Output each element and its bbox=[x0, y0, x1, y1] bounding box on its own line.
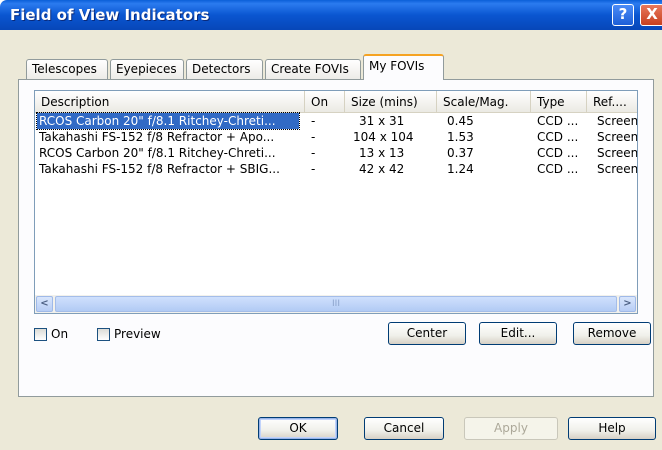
row-type: CCD ... bbox=[537, 162, 579, 176]
row-description: RCOS Carbon 20" f/8.1 Ritchey-Chreti... bbox=[36, 112, 300, 130]
row-on: - bbox=[311, 114, 316, 128]
row-type: CCD ... bbox=[537, 146, 579, 160]
preview-checkbox[interactable]: Preview bbox=[97, 326, 161, 342]
row-on: - bbox=[311, 146, 316, 160]
tab-my-fovis[interactable]: My FOVIs bbox=[363, 54, 444, 80]
fovi-list[interactable]: Description On Size (mins) Scale/Mag. Ty… bbox=[34, 90, 638, 314]
list-row[interactable]: RCOS Carbon 20" f/8.1 Ritchey-Chreti... … bbox=[35, 112, 637, 130]
list-row[interactable]: Takahashi FS-152 f/8 Refractor + Apo... … bbox=[35, 129, 637, 145]
preview-checkbox-box[interactable] bbox=[97, 327, 110, 341]
row-size: 104 x 104 bbox=[353, 130, 414, 144]
apply-button[interactable]: Apply bbox=[464, 417, 558, 440]
on-checkbox-box[interactable] bbox=[34, 327, 47, 341]
on-checkbox[interactable]: On bbox=[34, 326, 68, 342]
close-icon[interactable]: X bbox=[640, 4, 662, 26]
column-header-size[interactable]: Size (mins) bbox=[345, 91, 437, 113]
edit-button[interactable]: Edit... bbox=[479, 322, 557, 345]
horizontal-scrollbar[interactable]: < III > bbox=[35, 295, 637, 313]
remove-button[interactable]: Remove bbox=[573, 322, 651, 345]
tab-eyepieces[interactable]: Eyepieces bbox=[110, 59, 184, 80]
row-description: RCOS Carbon 20" f/8.1 Ritchey-Chreti... bbox=[39, 146, 276, 160]
row-scale: 1.24 bbox=[447, 162, 474, 176]
row-ref: Screen bbox=[597, 114, 637, 128]
row-description: Takahashi FS-152 f/8 Refractor + SBIG... bbox=[39, 162, 280, 176]
row-size: 31 x 31 bbox=[359, 114, 405, 128]
tab-telescopes[interactable]: Telescopes bbox=[26, 59, 108, 80]
row-on: - bbox=[311, 130, 316, 144]
row-ref: Screen bbox=[597, 130, 637, 144]
row-size: 13 x 13 bbox=[359, 146, 405, 160]
row-description: Takahashi FS-152 f/8 Refractor + Apo... bbox=[39, 130, 275, 144]
column-header-ref[interactable]: Ref.... bbox=[587, 91, 637, 113]
row-type: CCD ... bbox=[537, 114, 579, 128]
row-scale: 1.53 bbox=[447, 130, 474, 144]
window-title: Field of View Indicators bbox=[10, 6, 210, 24]
column-header-scale[interactable]: Scale/Mag. bbox=[437, 91, 531, 113]
preview-checkbox-label: Preview bbox=[114, 327, 161, 341]
tab-create-fovis[interactable]: Create FOVIs bbox=[265, 59, 361, 80]
column-header-description[interactable]: Description bbox=[35, 91, 305, 113]
list-header: Description On Size (mins) Scale/Mag. Ty… bbox=[35, 91, 637, 113]
column-header-type[interactable]: Type bbox=[531, 91, 587, 113]
tab-panel-my-fovis: Description On Size (mins) Scale/Mag. Ty… bbox=[18, 79, 654, 397]
row-size: 42 x 42 bbox=[359, 162, 405, 176]
row-on: - bbox=[311, 162, 316, 176]
ok-button[interactable]: OK bbox=[258, 417, 338, 440]
scrollbar-thumb[interactable]: III bbox=[55, 296, 617, 312]
column-header-on[interactable]: On bbox=[305, 91, 345, 113]
help-icon[interactable]: ? bbox=[612, 4, 634, 26]
list-row[interactable]: RCOS Carbon 20" f/8.1 Ritchey-Chreti... … bbox=[35, 145, 637, 161]
list-row[interactable]: Takahashi FS-152 f/8 Refractor + SBIG...… bbox=[35, 161, 637, 177]
tab-detectors[interactable]: Detectors bbox=[186, 59, 263, 80]
dialog-body: Telescopes Eyepieces Detectors Create FO… bbox=[0, 30, 662, 450]
row-type: CCD ... bbox=[537, 130, 579, 144]
row-scale: 0.45 bbox=[447, 114, 474, 128]
on-checkbox-label: On bbox=[51, 327, 69, 341]
cancel-button[interactable]: Cancel bbox=[364, 417, 444, 440]
help-button[interactable]: Help bbox=[568, 417, 656, 440]
center-button[interactable]: Center bbox=[388, 322, 466, 345]
title-bar[interactable]: Field of View Indicators ? X bbox=[0, 0, 662, 30]
scroll-left-icon[interactable]: < bbox=[36, 296, 53, 312]
list-body: RCOS Carbon 20" f/8.1 Ritchey-Chreti... … bbox=[35, 112, 637, 177]
row-ref: Screen bbox=[597, 162, 637, 176]
row-scale: 0.37 bbox=[447, 146, 474, 160]
scroll-right-icon[interactable]: > bbox=[619, 296, 636, 312]
row-ref: Screen bbox=[597, 146, 637, 160]
